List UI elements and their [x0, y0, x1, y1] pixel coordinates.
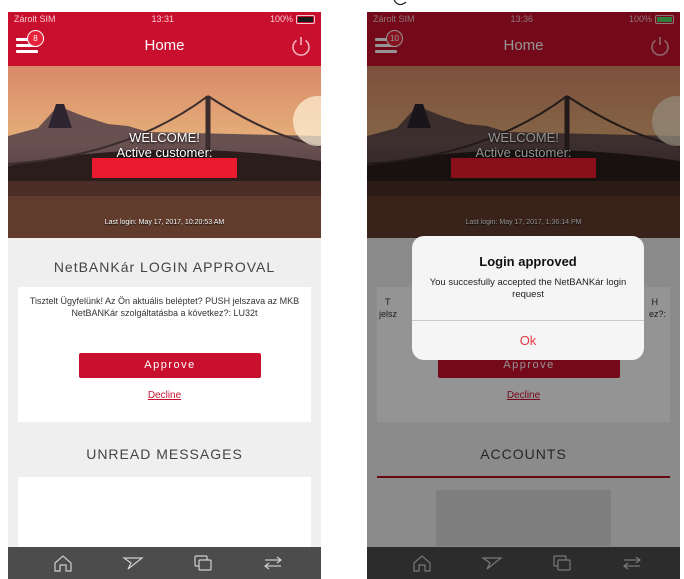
- messages-card: [18, 477, 311, 547]
- approval-message: Tisztelt Ügyfelünk! Az Ön aktuális belép…: [29, 296, 300, 318]
- alert-message: You succesfully accepted the NetBANKár l…: [429, 277, 627, 300]
- phone-screen-left: Zárolt SIM 13:31 100% 8 Home WELCOME! Ac…: [8, 12, 321, 579]
- cropped-glyph: [393, 0, 407, 6]
- page-title: Home: [144, 37, 185, 54]
- battery-label: 100%: [269, 14, 293, 24]
- cards-icon[interactable]: [192, 553, 214, 573]
- send-icon[interactable]: [122, 553, 144, 573]
- approve-button[interactable]: Approve: [79, 353, 261, 378]
- alert-dialog: Login approved You succesfully accepted …: [412, 236, 644, 360]
- unread-messages-title: UNREAD MESSAGES: [86, 446, 243, 462]
- welcome-heading: WELCOME!: [129, 130, 200, 145]
- nav-bar: 8 Home: [8, 26, 321, 66]
- carrier-label: Zárolt SIM: [14, 14, 56, 24]
- alert-title: Login approved: [479, 254, 577, 269]
- cropped-caption: [390, 0, 430, 12]
- home-icon[interactable]: [52, 553, 74, 573]
- hero-banner: WELCOME! Active customer: Last login: Ma…: [8, 66, 321, 238]
- phone-screen-right: Zárolt SIM 13:36 100% 10 Home WELCOME! A…: [367, 12, 680, 579]
- last-login-text: Last login: May 17, 2017, 10:20:53 AM: [104, 219, 225, 226]
- alert-ok-button[interactable]: Ok: [412, 321, 644, 360]
- decline-link[interactable]: Decline: [18, 390, 311, 401]
- power-icon[interactable]: [289, 34, 313, 58]
- status-bar: Zárolt SIM 13:31 100%: [8, 12, 321, 26]
- approval-title: NetBANKár LOGIN APPROVAL: [53, 259, 276, 275]
- battery-icon: [295, 14, 315, 24]
- tab-bar: [8, 547, 321, 579]
- status-time: 13:31: [151, 14, 174, 24]
- transfer-icon[interactable]: [262, 553, 284, 573]
- approval-card: Tisztelt Ügyfelünk! Az Ön aktuális belép…: [18, 287, 311, 422]
- redacted-name: [92, 158, 237, 178]
